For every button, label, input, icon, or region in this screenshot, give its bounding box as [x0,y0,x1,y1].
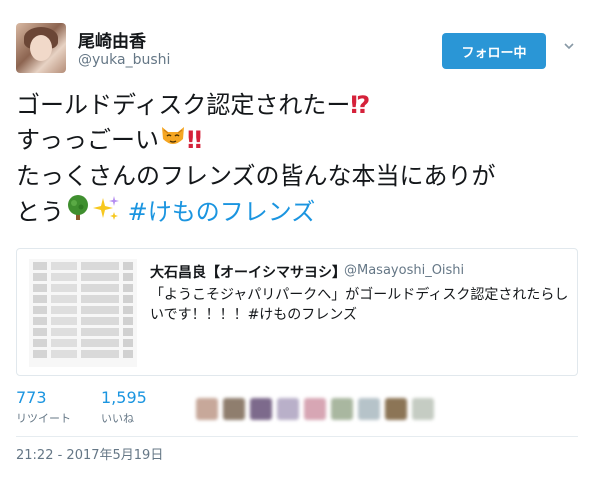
tweet-text: ゴールドディスク認定されたー⁉ すっっごーい ‼ たっくさんのフレンズの皆んな本… [16,88,591,232]
table-row [33,295,133,303]
tree-emoji [64,194,92,232]
avatar-face [30,35,52,61]
double-exclamation-mark: ‼ [187,126,203,154]
table-row [33,339,133,347]
tweet-line-1-text: ゴールドディスク認定されたー [16,91,351,119]
like-label[interactable]: いいね [101,410,134,426]
liker-avatar[interactable] [277,398,299,420]
liker-avatar[interactable] [196,398,218,420]
tweet-line-2: すっっごーい ‼ [16,123,591,159]
tweet-line-2-text: すっっごーい [16,126,160,154]
quoted-tweet-text: 「ようこそジャパリパークへ」がゴールドディスク認定されたらしいです！！！！#けも… [150,287,569,323]
author-avatar[interactable] [16,23,66,73]
chevron-down-icon[interactable] [563,40,575,56]
liker-avatar[interactable] [304,398,326,420]
quoted-author-handle[interactable]: @Masayoshi_Oishi [344,263,464,278]
tweet-stats: 773 リツイート 1,595 いいね [0,388,600,436]
liker-avatar[interactable] [250,398,272,420]
retweet-count[interactable]: 773 [16,388,47,407]
tweet-line-3: たっくさんのフレンズの皆んな本当にありが [16,162,496,190]
quoted-tweet-image[interactable] [29,259,137,367]
divider [16,436,578,437]
tweet-line-4: とう #けものフレンズ [16,194,591,232]
exclamation-question-mark: ⁉ [350,91,371,119]
liker-avatar[interactable] [223,398,245,420]
liker-avatar[interactable] [412,398,434,420]
retweet-label[interactable]: リツイート [16,410,71,426]
liker-avatar[interactable] [385,398,407,420]
author-handle[interactable]: @yuka_bushi [78,52,170,68]
liker-avatar[interactable] [358,398,380,420]
quoted-author-name[interactable]: 大石昌良【オーイシマサヨシ】 [150,262,346,282]
hashtag-link[interactable]: #けものフレンズ [128,198,316,226]
table-row [33,284,133,292]
sparkles-emoji [92,194,120,232]
table-row [33,328,133,336]
table-row [33,306,133,314]
table-row [33,317,133,325]
table-row [33,350,133,358]
table-row [33,262,133,270]
liker-avatar[interactable] [331,398,353,420]
author-name[interactable]: 尾崎由香 [78,27,146,52]
tweet-timestamp[interactable]: 21:22 - 2017年5月19日 [16,444,163,463]
like-count[interactable]: 1,595 [101,388,147,407]
following-button[interactable]: フォロー中 [442,33,546,69]
tweet-line-4-text: とう [16,198,64,226]
cat-face-emoji [159,123,187,159]
table-row [33,273,133,281]
tweet-line-1: ゴールドディスク認定されたー⁉ [16,88,591,123]
